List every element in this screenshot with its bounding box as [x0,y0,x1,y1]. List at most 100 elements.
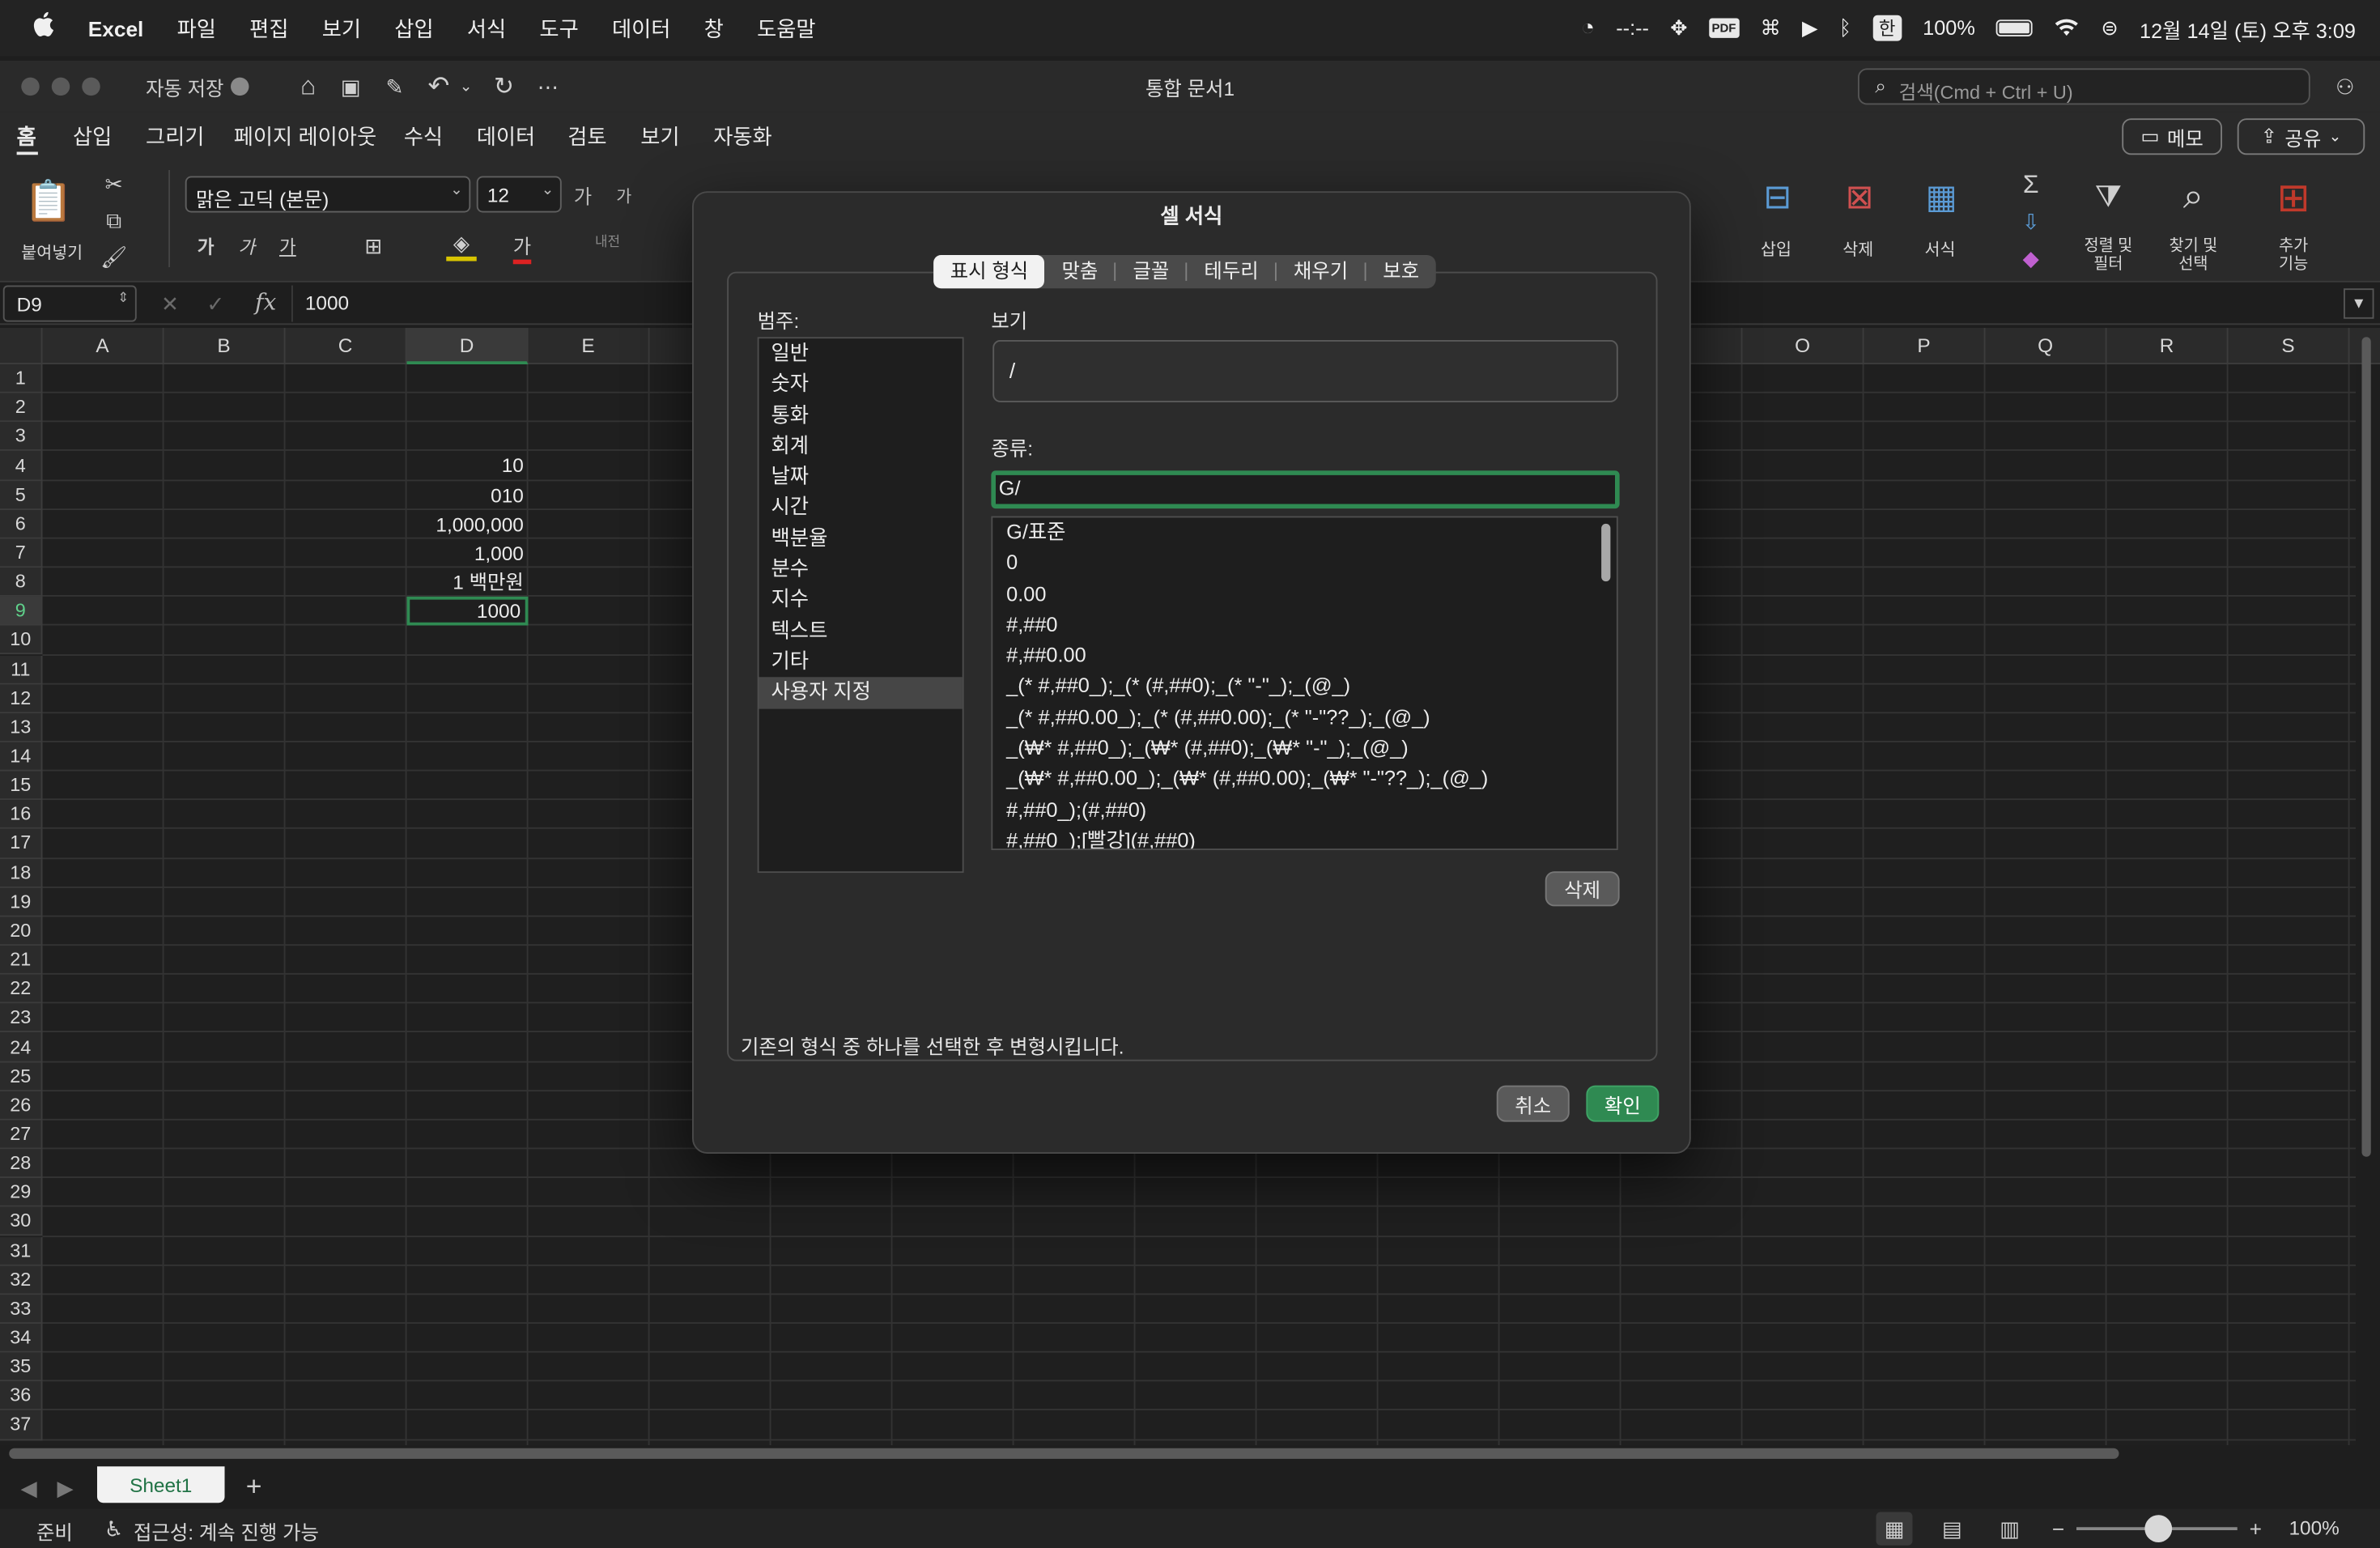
menu-data[interactable]: 데이터 [595,13,687,44]
category-list[interactable]: 일반 숫자 통화 회계 날짜 시간 백분율 분수 지수 텍스트 기타 사용자 지… [757,337,964,874]
zoom-in-icon[interactable]: + [2243,1512,2267,1546]
row-header-32[interactable]: 32 [0,1265,43,1295]
category-item-number[interactable]: 숫자 [759,369,963,400]
shrink-font-button[interactable]: 가 [616,184,631,208]
row-header-13[interactable]: 13 [0,712,43,742]
row-header-19[interactable]: 19 [0,887,43,917]
tab-review[interactable]: 검토 [567,121,606,152]
format-item[interactable]: _(* #,##0_);_(* (#,##0);_(* "-"_);_(@_) [992,672,1617,703]
category-item-time[interactable]: 시간 [759,492,963,523]
row-header-30[interactable]: 30 [0,1207,43,1237]
borders-icon[interactable]: ⊞ [359,231,389,262]
category-item-special[interactable]: 기타 [759,647,963,678]
row-header-18[interactable]: 18 [0,858,43,888]
column-header-s[interactable]: S [2228,328,2350,364]
share-button[interactable]: ⇪ 공유 ⌄ [2237,118,2365,155]
column-header-a[interactable]: A [42,328,164,364]
fx-button[interactable]: fx [255,288,276,316]
close-window-button[interactable] [21,77,40,96]
autosave-toggle[interactable] [231,77,249,96]
row-header-24[interactable]: 24 [0,1032,43,1062]
format-item[interactable]: _(₩* #,##0_);_(₩* (#,##0);_(₩* "-"_);_(@… [992,734,1617,764]
row-header-11[interactable]: 11 [0,655,43,684]
column-header-q[interactable]: Q [1985,328,2107,364]
menu-window[interactable]: 창 [687,13,740,44]
cancel-button[interactable]: 취소 [1496,1085,1570,1122]
pdf-icon[interactable]: PDF [1708,18,1740,38]
zoom-out-icon[interactable]: − [2046,1512,2071,1546]
row-header-26[interactable]: 26 [0,1091,43,1121]
cell-d6[interactable]: 1,000,000 [407,510,529,539]
format-painter-icon[interactable]: 🖌 [100,243,128,270]
shortcut-icon[interactable]: ⌘ [1760,16,1780,40]
category-item-percentage[interactable]: 백분율 [759,523,963,554]
row-header-17[interactable]: 17 [0,829,43,859]
tab-formulas[interactable]: 수식 [404,121,443,152]
confirm-entry-icon[interactable]: ✓ [203,288,227,319]
row-header-15[interactable]: 15 [0,771,43,801]
page-break-view-icon[interactable]: ▥ [1991,1512,2028,1546]
format-item[interactable]: 0 [992,548,1617,579]
zoom-slider[interactable] [2076,1515,2238,1542]
grow-font-button[interactable]: 가 [574,181,592,210]
category-item-currency[interactable]: 통화 [759,400,963,431]
row-header-34[interactable]: 34 [0,1323,43,1353]
row-header-20[interactable]: 20 [0,916,43,946]
select-all-corner[interactable] [0,328,43,364]
row-header-8[interactable]: 8 [0,568,43,598]
clock-text[interactable]: 12월 14일 (토) 오후 3:09 [2140,13,2356,44]
tab-fill[interactable]: 채우기 [1277,255,1365,288]
clear-icon[interactable]: ◆ [2016,243,2046,274]
home-icon[interactable]: ⌂ [291,70,325,103]
insert-cells-button[interactable]: ⊟ 삽입 [1743,170,1813,270]
zoom-level[interactable]: 100% [2289,1516,2340,1539]
column-header-b[interactable]: B [164,328,286,364]
row-header-7[interactable]: 7 [0,538,43,568]
format-item[interactable]: #,##0_);(#,##0) [992,795,1617,826]
cut-icon[interactable]: ✂ [100,170,128,198]
battery-icon[interactable] [1996,19,2034,36]
phonetic-button[interactable]: 내전 [595,231,620,250]
row-header-27[interactable]: 27 [0,1120,43,1150]
bluetooth-icon[interactable]: ᛒ [1839,17,1851,40]
menu-help[interactable]: 도움말 [740,13,832,44]
format-item[interactable]: 0.00 [992,579,1617,610]
accessibility-status[interactable]: 접근성: 계속 진행 가능 [134,1516,319,1546]
app-menu-excel[interactable]: Excel [71,16,160,40]
row-header-35[interactable]: 35 [0,1352,43,1382]
play-icon[interactable]: ▶ [1802,16,1817,40]
delete-cells-button[interactable]: ⊠ 삭제 [1825,170,1894,270]
menu-format[interactable]: 서식 [450,13,523,44]
menu-file[interactable]: 파일 [160,13,233,44]
expand-formula-icon[interactable]: ▼ [2344,288,2374,319]
category-item-date[interactable]: 날짜 [759,461,963,492]
tab-home[interactable]: 홈 [17,121,36,152]
vertical-scrollbar[interactable] [2361,337,2371,1157]
undo-dropdown-icon[interactable]: ⌄ [456,70,477,103]
paste-button[interactable]: 📋 붙여넣기 [15,170,91,264]
format-item[interactable]: G/표준 [992,517,1617,548]
cell-d9[interactable]: 1000 [406,597,529,626]
category-item-custom[interactable]: 사용자 지정 [759,677,963,708]
next-sheet-icon[interactable]: ▶ [55,1475,76,1500]
tab-number-format[interactable]: 표시 형식 [933,255,1045,289]
timer-icon[interactable]: ◔ [1581,15,1595,41]
find-select-button[interactable]: ⌕ 찾기 및 선택 [2153,170,2234,276]
search-box[interactable]: ⌕ 검색(Cmd + Ctrl + U) [1858,68,2310,105]
fill-icon[interactable]: ⇩ [2016,206,2046,237]
row-header-31[interactable]: 31 [0,1236,43,1266]
save-icon[interactable]: ▣ [334,70,368,103]
format-item[interactable]: #,##0 [992,610,1617,641]
row-header-33[interactable]: 33 [0,1294,43,1324]
prev-sheet-icon[interactable]: ◀ [19,1475,40,1500]
format-item[interactable]: _(* #,##0.00_);_(* (#,##0.00);_(* "-"??_… [992,703,1617,734]
tab-border[interactable]: 테두리 [1188,255,1276,288]
row-header-36[interactable]: 36 [0,1381,43,1411]
tab-alignment[interactable]: 맞춤 [1045,255,1115,288]
column-header-p[interactable]: P [1864,328,1986,364]
tab-protection[interactable]: 보호 [1366,255,1436,288]
bold-button[interactable]: 가 [198,234,215,260]
fill-color-icon[interactable]: ◈ [446,231,477,262]
column-header-r[interactable]: R [2106,328,2229,364]
zoom-window-button[interactable] [82,77,100,96]
